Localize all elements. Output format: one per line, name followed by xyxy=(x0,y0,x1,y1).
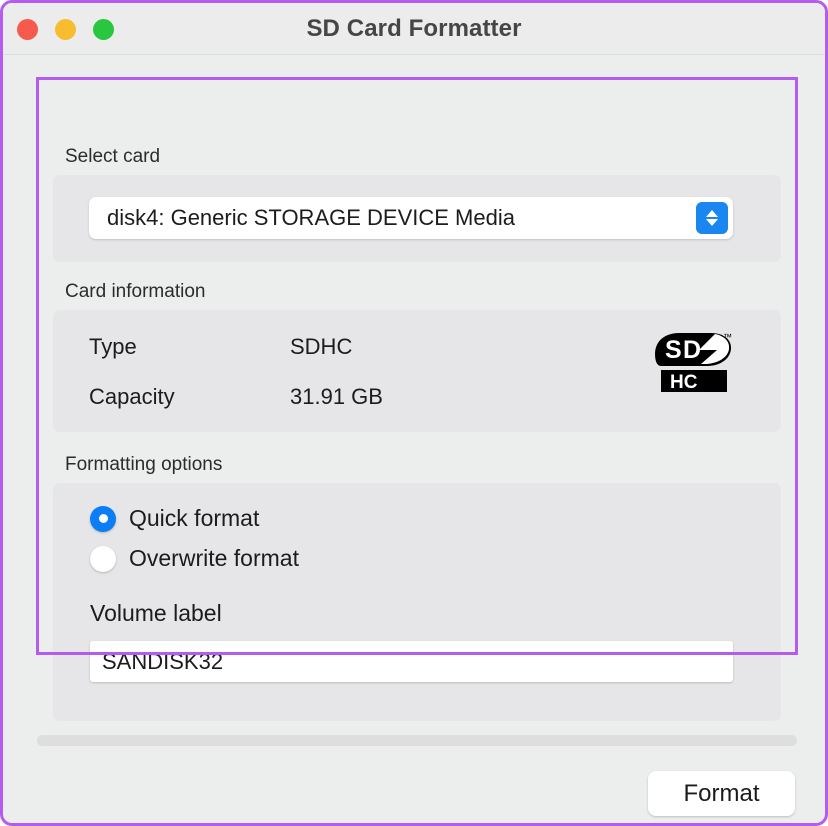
formatting-options-panel: Quick format Overwrite format Volume lab… xyxy=(53,483,781,721)
card-type-value: SDHC xyxy=(290,334,353,359)
card-information-label: Card information xyxy=(65,281,206,302)
window-title: SD Card Formatter xyxy=(306,15,522,42)
sd-card-formatter-window: SD Card Formatter Select card disk4: Gen… xyxy=(0,0,828,826)
select-card-label: Select card xyxy=(65,146,161,167)
radio-quick-format-label: Quick format xyxy=(129,505,260,531)
formatting-options-section: Formatting options Quick format Overwrit… xyxy=(39,440,795,721)
radio-overwrite-format-label: Overwrite format xyxy=(129,545,299,571)
format-button[interactable]: Format xyxy=(648,771,795,816)
volume-label-input[interactable]: SANDISK32 xyxy=(90,641,733,682)
title-bar: SD Card Formatter xyxy=(3,3,825,55)
radio-overwrite-format-indicator[interactable] xyxy=(90,545,116,572)
card-capacity-key: Capacity xyxy=(89,384,175,409)
svg-text:S: S xyxy=(665,336,682,364)
svg-text:D: D xyxy=(683,336,701,364)
card-type-key: Type xyxy=(89,334,137,359)
card-capacity-value: 31.91 GB xyxy=(290,384,383,409)
chevron-up-glyph xyxy=(706,210,718,217)
radio-quick-format[interactable]: Quick format xyxy=(90,505,259,532)
card-select-value: disk4: Generic STORAGE DEVICE Media xyxy=(107,205,515,230)
svg-text:HC: HC xyxy=(670,372,698,393)
card-information-section: Card information Type SDHC Capacity 31.9… xyxy=(39,267,795,432)
sdhc-logo: S D ™ HC xyxy=(655,332,732,393)
chevron-up-down-icon[interactable] xyxy=(696,202,728,234)
chevron-down-glyph xyxy=(706,219,718,226)
format-progress-bar xyxy=(37,735,797,746)
svg-text:™: ™ xyxy=(723,332,732,342)
radio-overwrite-format[interactable]: Overwrite format xyxy=(90,545,299,572)
volume-label-value: SANDISK32 xyxy=(102,648,224,674)
volume-label-caption: Volume label xyxy=(90,600,222,626)
card-information-panel: Type SDHC Capacity 31.91 GB S D ™ HC xyxy=(53,310,781,432)
select-card-section: Select card disk4: Generic STORAGE DEVIC… xyxy=(39,132,795,262)
select-card-panel: disk4: Generic STORAGE DEVICE Media xyxy=(53,175,781,262)
formatting-options-label: Formatting options xyxy=(65,454,223,475)
card-select-dropdown[interactable]: disk4: Generic STORAGE DEVICE Media xyxy=(89,197,733,239)
radio-quick-format-indicator[interactable] xyxy=(90,505,116,532)
